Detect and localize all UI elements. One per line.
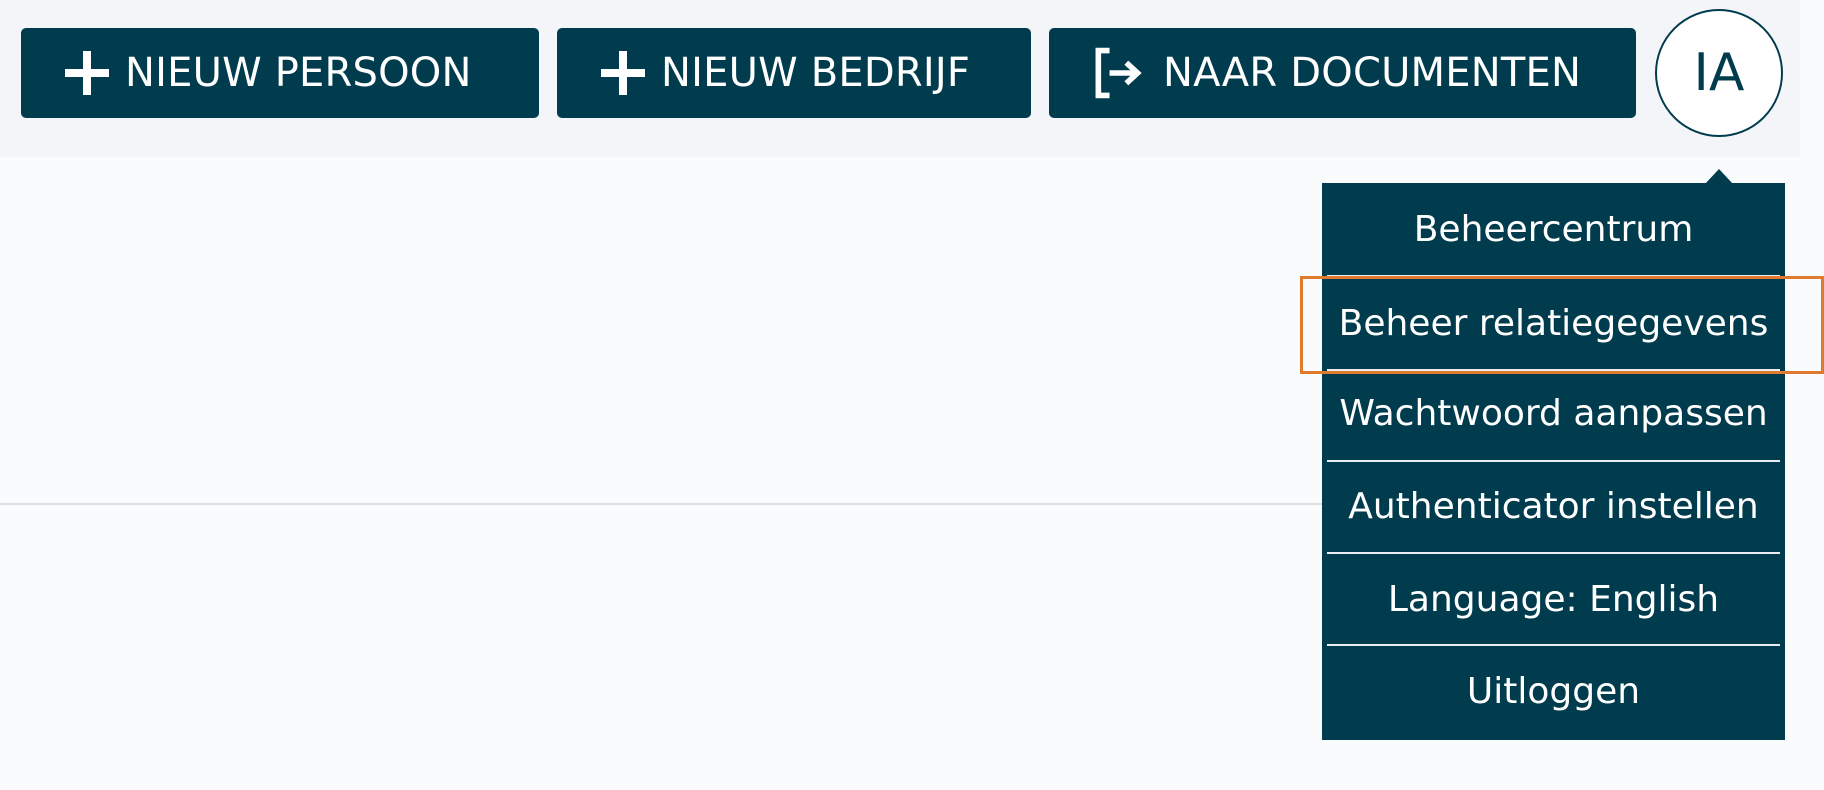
to-documents-label: NAAR DOCUMENTEN [1163,50,1582,96]
exit-arrow-icon [1089,45,1145,101]
plus-icon [59,45,115,101]
menu-item-label: Authenticator instellen [1348,485,1759,527]
user-dropdown-menu: Beheercentrum Beheer relatiegegevens Wac… [1322,183,1785,740]
plus-icon [595,45,651,101]
top-toolbar: NIEUW PERSOON NIEUW BEDRIJF NAAR DOCUMEN… [0,0,1800,157]
user-avatar[interactable]: IA [1655,9,1783,137]
content-divider [0,503,1322,505]
menu-item-beheer-relatiegegevens[interactable]: Beheer relatiegegevens [1322,277,1785,369]
new-person-button[interactable]: NIEUW PERSOON [21,28,539,118]
menu-item-uitloggen[interactable]: Uitloggen [1322,645,1785,737]
menu-item-label: Language: English [1387,578,1720,620]
new-person-label: NIEUW PERSOON [125,50,472,96]
to-documents-button[interactable]: NAAR DOCUMENTEN [1049,28,1636,118]
menu-item-authenticator-instellen[interactable]: Authenticator instellen [1322,460,1785,552]
menu-item-label: Beheer relatiegegevens [1338,302,1769,344]
menu-item-label: Uitloggen [1466,670,1641,712]
menu-caret [1705,169,1733,184]
menu-item-beheercentrum[interactable]: Beheercentrum [1322,183,1785,275]
menu-item-label: Wachtwoord aanpassen [1339,392,1768,434]
menu-item-label: Beheercentrum [1413,208,1694,250]
menu-item-language[interactable]: Language: English [1322,553,1785,645]
user-initials: IA [1693,43,1745,103]
new-company-button[interactable]: NIEUW BEDRIJF [557,28,1031,118]
new-company-label: NIEUW BEDRIJF [661,50,971,96]
menu-item-wachtwoord-aanpassen[interactable]: Wachtwoord aanpassen [1322,367,1785,459]
